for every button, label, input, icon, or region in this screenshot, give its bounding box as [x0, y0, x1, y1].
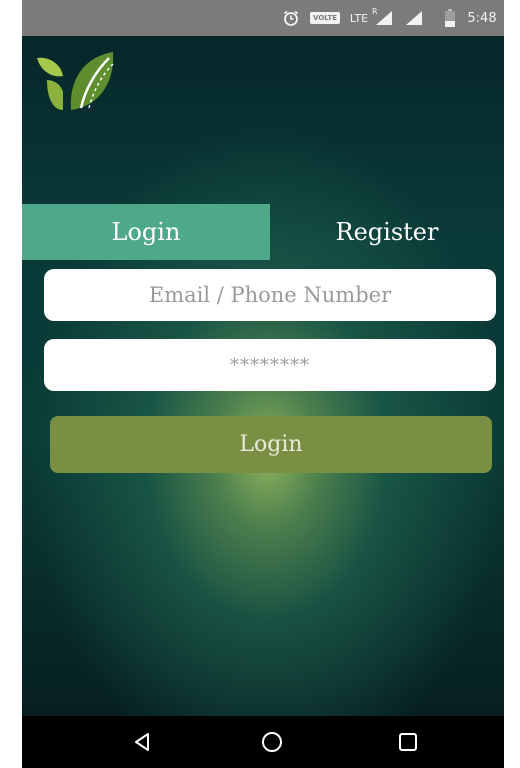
leaf-road-logo-icon [37, 52, 114, 110]
navigation-bar [22, 716, 504, 768]
app-logo [35, 50, 119, 116]
login-button[interactable]: Login [50, 416, 492, 473]
back-icon[interactable] [112, 716, 172, 768]
volte-icon: VOLTE [308, 0, 342, 36]
volte-badge: VOLTE [309, 12, 341, 24]
lte-label: LTE [349, 11, 369, 25]
phone-screen: VOLTE LTE R 5:48 Login Register Email / … [22, 0, 504, 768]
battery-icon [442, 0, 458, 36]
email-phone-input[interactable] [44, 269, 496, 321]
password-input[interactable] [44, 339, 496, 391]
status-time: 5:48 [467, 10, 497, 26]
recents-icon[interactable] [378, 716, 438, 768]
signal-icon [402, 0, 426, 36]
status-bar: VOLTE LTE R 5:48 [22, 0, 504, 36]
alarm-icon [280, 0, 302, 36]
lte-signal-icon: R [372, 0, 396, 36]
tab-login[interactable]: Login [22, 204, 270, 260]
auth-tabs: Login Register [22, 204, 504, 260]
roaming-mark: R [372, 7, 378, 16]
tab-register[interactable]: Register [270, 204, 504, 260]
home-icon[interactable] [242, 716, 302, 768]
